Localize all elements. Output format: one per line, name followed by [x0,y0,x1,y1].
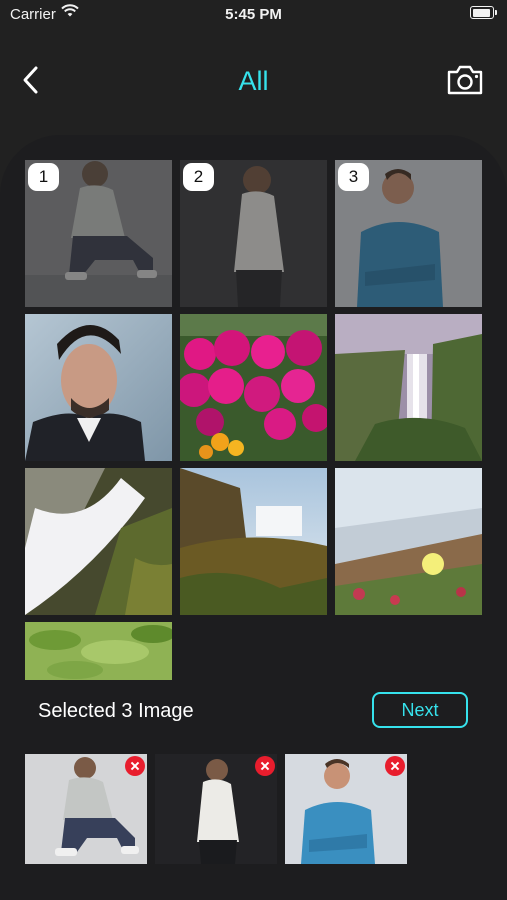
remove-icon[interactable] [125,756,145,776]
selection-order-badge: 3 [338,163,369,191]
photo-tile[interactable] [25,468,172,615]
remove-icon[interactable] [255,756,275,776]
photo-tile[interactable]: 3 [335,160,482,307]
photo-tile[interactable] [335,468,482,615]
next-button[interactable]: Next [372,692,468,728]
page-title: All [238,66,269,96]
selection-count-label: Selected 3 Image [38,700,194,722]
photo-tile[interactable] [335,314,482,461]
selected-thumbnail[interactable] [155,754,277,864]
photo-tile[interactable] [180,468,327,615]
photo-tile[interactable]: 1 [25,160,172,307]
status-bar: Carrier 5:45 PM [0,0,507,28]
camera-icon [447,65,483,95]
photo-tile[interactable]: 2 [180,160,327,307]
battery-icon [470,6,497,19]
selected-thumbnail[interactable] [25,754,147,864]
selected-thumbnail[interactable] [285,754,407,864]
status-time: 5:45 PM [225,6,282,23]
selection-order-badge: 2 [183,163,214,191]
photo-tile[interactable] [25,314,172,461]
selection-order-badge: 1 [28,163,59,191]
remove-icon[interactable] [385,756,405,776]
photo-tile[interactable] [180,314,327,461]
photo-tile[interactable] [25,622,172,680]
camera-button[interactable] [445,62,485,98]
